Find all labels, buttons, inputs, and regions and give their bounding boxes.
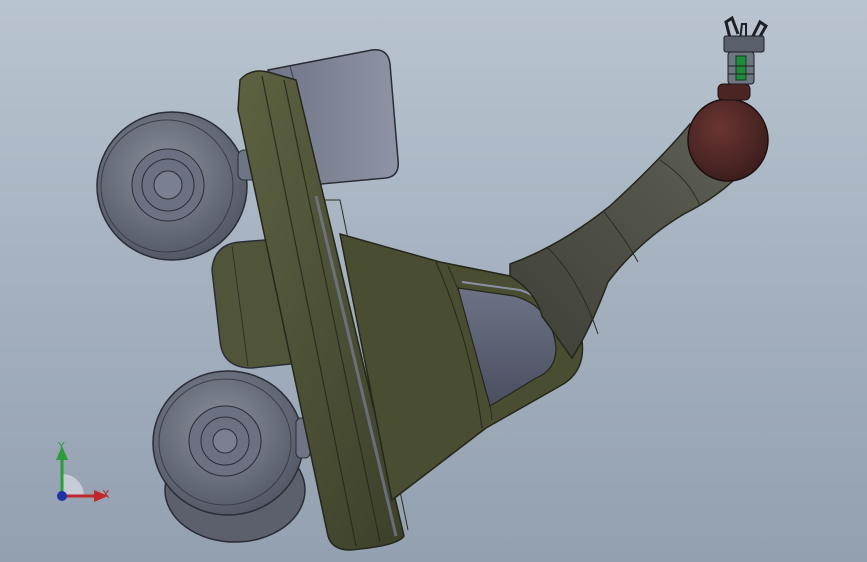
gripper[interactable] (723, 15, 768, 85)
cad-3d-viewport[interactable]: Y X (0, 0, 867, 562)
robot-model[interactable] (0, 0, 867, 562)
upper-wheel[interactable] (96, 111, 261, 261)
arm-head[interactable] (687, 83, 769, 182)
orientation-triad: Y X (56, 440, 110, 502)
x-axis-label: X (102, 488, 110, 501)
y-axis-label: Y (57, 440, 65, 453)
z-axis-dot (57, 491, 67, 501)
lower-wheel[interactable] (152, 370, 311, 543)
